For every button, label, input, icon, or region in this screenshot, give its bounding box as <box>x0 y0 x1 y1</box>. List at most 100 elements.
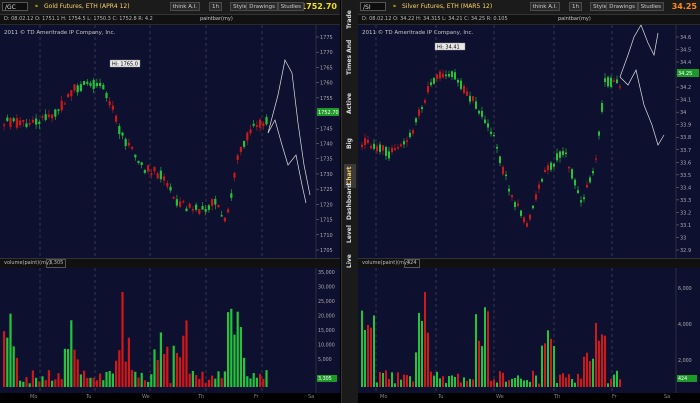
right-candle <box>379 144 381 152</box>
right-volume-bar <box>568 374 570 387</box>
left-candle <box>76 85 79 93</box>
right-think-button[interactable]: think A.I. <box>529 2 560 11</box>
left-volume-bar <box>19 380 22 387</box>
left-volume-bar <box>191 370 194 387</box>
right-candle <box>595 158 597 160</box>
left-link-icon[interactable]: ⚭ <box>34 2 39 11</box>
left-instrument-title: Gold Futures, ETH (APR4 12) <box>44 3 130 10</box>
right-price-tag: 34.25 <box>678 71 692 77</box>
left-price-axis-label: 1735 <box>320 157 333 163</box>
left-price-axis-label: 1775 <box>320 35 333 41</box>
side-tab-active-trader[interactable]: Active Trader <box>344 82 365 124</box>
left-volume-bar <box>92 377 95 387</box>
right-candle <box>463 85 465 94</box>
side-tab-big-buttons[interactable]: Big Buttons <box>344 126 365 162</box>
left-price-axis-label: 1725 <box>320 187 333 193</box>
right-interval-button[interactable]: 1h <box>569 2 582 11</box>
right-paintbar-label: paintbar(my) <box>558 16 591 22</box>
right-volume-bar <box>391 372 393 387</box>
right-volume-bar <box>373 315 375 387</box>
right-candle <box>427 86 429 93</box>
left-price-axis-label: 1715 <box>320 218 333 224</box>
right-candle <box>412 130 414 134</box>
side-tab-live-news[interactable]: Live News <box>344 248 365 274</box>
left-studies-button[interactable]: Studies <box>277 2 304 11</box>
side-tab-level-ii[interactable]: Level II <box>344 222 365 246</box>
right-volume-bar <box>562 373 564 387</box>
left-volume-bar <box>204 383 207 387</box>
left-candle <box>47 114 50 117</box>
right-studies-button[interactable]: Studies <box>637 2 664 11</box>
right-volume-bar <box>424 292 426 387</box>
right-info-bar: D: 08.02.12 O: 34.22 H: 34.315 L: 34.21 … <box>358 15 700 25</box>
left-volume-bar <box>83 370 86 387</box>
left-candle <box>127 142 130 146</box>
left-volume-bar <box>249 378 252 387</box>
left-volume-bar <box>188 373 191 387</box>
right-candle <box>562 151 564 155</box>
left-candle <box>143 170 146 173</box>
right-candle <box>601 103 603 112</box>
side-tab-dashboard[interactable]: Dashboard <box>344 183 356 220</box>
left-price-axis-label: 1760 <box>320 81 333 87</box>
right-volume-bar <box>580 378 582 387</box>
left-volume-bar <box>38 381 41 387</box>
left-volume-bar <box>89 377 92 387</box>
right-candle <box>529 214 531 220</box>
side-tab-trade[interactable]: Trade <box>344 8 356 32</box>
left-volume-bar <box>86 377 89 387</box>
left-volume-chart[interactable]: 35,000 30,000 25,000 20,000 15,000 10,000 5,00… <box>0 268 340 393</box>
left-volume-axis-label: 20,000 <box>318 314 335 320</box>
left-volume-bar <box>6 337 9 387</box>
right-volume-bar <box>550 338 552 387</box>
left-price-chart[interactable]: 2011 © TD Ameritrade IP Company, Inc. 177… <box>0 25 340 258</box>
left-volume-bar <box>41 376 44 387</box>
right-link-icon[interactable]: ⚭ <box>392 2 397 11</box>
right-price-axis-label: 33.8 <box>680 135 691 141</box>
left-volume-bar <box>169 383 172 387</box>
right-drawings-button[interactable]: Drawings <box>606 2 638 11</box>
left-interval-button[interactable]: 1h <box>209 2 222 11</box>
right-candle <box>517 203 519 206</box>
left-volume-bar <box>137 377 140 387</box>
left-candle <box>217 204 220 208</box>
right-price-chart[interactable]: 2011 © TD Ameritrade IP Company, Inc. 34.… <box>358 25 700 258</box>
left-price-axis-label: 1740 <box>320 142 333 148</box>
left-candle <box>249 129 252 134</box>
right-candle <box>559 151 561 158</box>
left-drawings-button[interactable]: Drawings <box>246 2 278 11</box>
left-volume-bar <box>134 371 137 387</box>
right-candle <box>376 146 378 152</box>
left-candle <box>25 123 28 128</box>
right-price-axis-label: 33.6 <box>680 160 691 166</box>
left-volume-bar <box>227 312 230 387</box>
right-volume-axis-label: 6,000 <box>678 286 692 292</box>
right-volume-chart[interactable]: 6,000 4,000 2,000 424 <box>358 268 700 393</box>
right-price-axis-label: 34.2 <box>680 85 691 91</box>
left-volume-bar <box>230 308 233 387</box>
left-candle <box>60 100 63 111</box>
left-symbol-input[interactable]: /GC <box>2 2 28 11</box>
right-volume-bar <box>385 370 387 387</box>
right-volume-bar <box>598 340 600 387</box>
right-symbol-input[interactable]: /SI <box>360 2 386 11</box>
right-volume-bar <box>592 358 594 387</box>
right-volume-bar <box>505 381 507 387</box>
right-date-label: Th <box>554 394 561 400</box>
side-tab-times-and-sales[interactable]: Times And Sales <box>344 34 365 80</box>
left-volume-bar <box>246 376 249 387</box>
right-candle <box>589 177 591 183</box>
right-candle <box>550 162 552 170</box>
right-volume-bar <box>382 372 384 387</box>
right-volume-bar <box>610 378 612 387</box>
left-volume-bar <box>57 373 60 387</box>
right-candle <box>391 147 393 153</box>
left-think-button[interactable]: think A.I. <box>169 2 200 11</box>
right-volume-tag: 424 <box>678 376 687 382</box>
left-volume-bar <box>236 311 239 387</box>
left-volume-bar <box>252 373 255 387</box>
left-candle <box>124 138 127 146</box>
left-projection-line <box>267 58 311 196</box>
right-candle <box>475 101 477 109</box>
right-candle <box>487 123 489 128</box>
